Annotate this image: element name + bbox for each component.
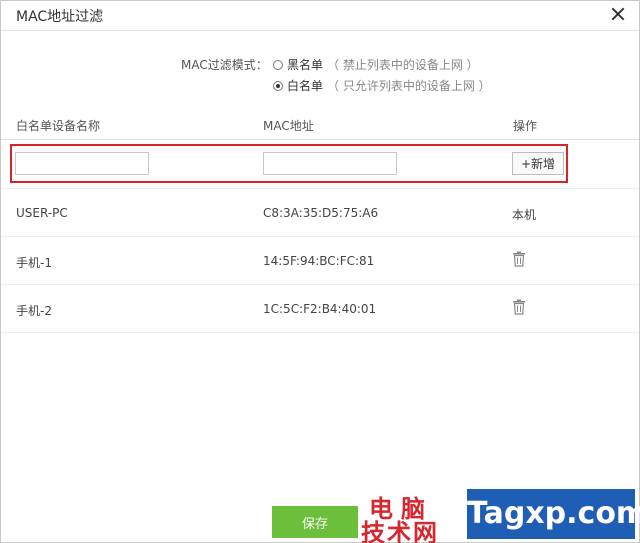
row-local-device-label: 本机 — [512, 208, 537, 222]
mac-address-input[interactable] — [263, 152, 397, 175]
radio-blacklist-hint: （ 禁止列表中的设备上网 ） — [327, 58, 479, 72]
radio-blacklist-circle[interactable] — [273, 59, 283, 70]
radio-blacklist[interactable]: 黑名单 （ 禁止列表中的设备上网 ） — [273, 56, 479, 73]
column-header-action: 操作 — [513, 119, 538, 133]
trash-icon[interactable] — [512, 251, 526, 267]
watermark-brand-logo: Tagxp.com — [467, 489, 640, 539]
radio-whitelist[interactable]: 白名单 （ 只允许列表中的设备上网 ） — [273, 77, 491, 94]
row-divider — [1, 284, 639, 285]
column-header-name: 白名单设备名称 — [16, 119, 101, 133]
row-device-name: 手机-2 — [16, 304, 52, 318]
row-mac-address: C8:3A:35:D5:75:A6 — [263, 206, 379, 220]
trash-icon[interactable] — [512, 299, 526, 315]
mac-filter-dialog: MAC地址过滤 MAC过滤模式： 黑名单 （ 禁止列表中的设备上网 ） 白名单 … — [0, 0, 640, 543]
column-header-mac: MAC地址 — [263, 119, 314, 133]
row-mac-address: 1C:5C:F2:B4:40:01 — [263, 302, 377, 316]
save-button[interactable]: 保存 — [272, 506, 358, 538]
add-button[interactable]: +新增 — [512, 152, 564, 175]
header-divider — [1, 139, 639, 140]
filter-mode-label: MAC过滤模式： — [181, 58, 268, 72]
radio-whitelist-label: 白名单 — [287, 79, 324, 93]
dialog-title: MAC地址过滤 — [16, 9, 104, 25]
radio-whitelist-circle[interactable] — [273, 80, 283, 91]
row-mac-address: 14:5F:94:BC:FC:81 — [263, 254, 375, 268]
row-device-name: 手机-1 — [16, 256, 52, 270]
row-device-name: USER-PC — [16, 206, 68, 220]
device-name-input[interactable] — [15, 152, 149, 175]
row-divider — [1, 236, 639, 237]
close-icon[interactable] — [611, 7, 625, 21]
row-divider — [1, 188, 639, 189]
row-divider — [1, 332, 639, 333]
watermark-text-line2: 技术网 — [361, 519, 439, 543]
radio-blacklist-label: 黑名单 — [287, 58, 324, 72]
dialog-titlebar: MAC地址过滤 — [1, 1, 639, 31]
radio-whitelist-hint: （ 只允许列表中的设备上网 ） — [327, 79, 491, 93]
